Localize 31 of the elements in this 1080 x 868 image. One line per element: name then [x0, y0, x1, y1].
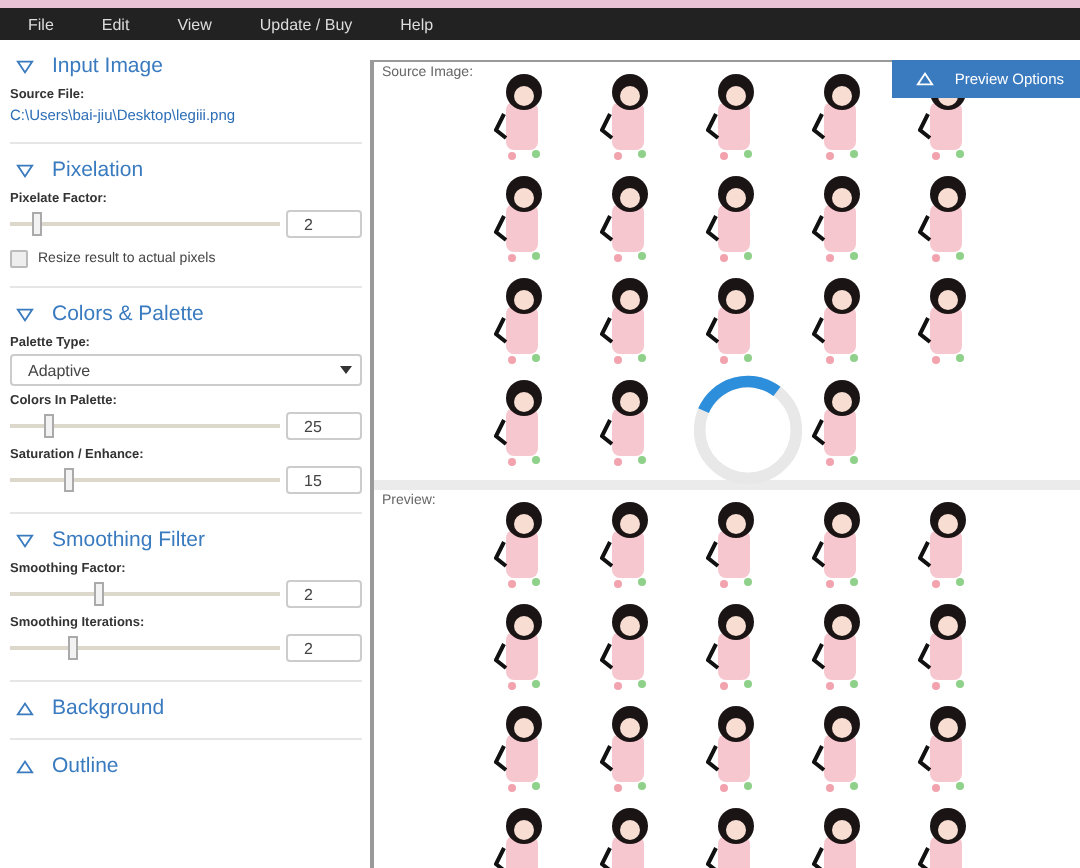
section-header[interactable]: Pixelation	[10, 158, 362, 182]
dropdown-caret-icon	[340, 365, 352, 375]
section-header[interactable]: Input Image	[10, 54, 362, 78]
menu-item[interactable]: Update / Buy	[259, 15, 353, 33]
checkbox[interactable]	[10, 250, 28, 268]
number-field[interactable]: 2	[286, 580, 362, 608]
palette-dropdown[interactable]: Adaptive	[10, 354, 362, 386]
slider-thumb[interactable]	[93, 582, 104, 606]
menu-item[interactable]: View	[177, 15, 212, 33]
number-field[interactable]: 25	[286, 412, 362, 440]
triangle-icon	[16, 57, 34, 75]
slider-thumb[interactable]	[31, 212, 41, 236]
number-field[interactable]: 2	[286, 210, 362, 238]
section-header[interactable]: Outline	[10, 754, 362, 778]
section-header[interactable]: Background	[10, 696, 362, 720]
number-field[interactable]: 15	[286, 466, 362, 494]
section-header[interactable]: Colors & Palette	[10, 302, 362, 326]
triangle-icon	[16, 699, 34, 717]
menu-item[interactable]: File	[28, 15, 54, 33]
menu-item[interactable]: Help	[400, 15, 434, 33]
triangle-icon	[916, 70, 935, 88]
menu-item[interactable]: Edit	[101, 15, 130, 33]
triangle-icon	[16, 757, 34, 775]
triangle-icon	[16, 161, 34, 179]
slider-thumb[interactable]	[63, 468, 74, 492]
slider-thumb[interactable]	[68, 636, 79, 660]
section-header[interactable]: Smoothing Filter	[10, 528, 362, 552]
triangle-icon	[16, 531, 34, 549]
number-field[interactable]: 2	[286, 634, 362, 662]
slider-thumb[interactable]	[44, 414, 55, 438]
triangle-icon	[16, 305, 34, 323]
